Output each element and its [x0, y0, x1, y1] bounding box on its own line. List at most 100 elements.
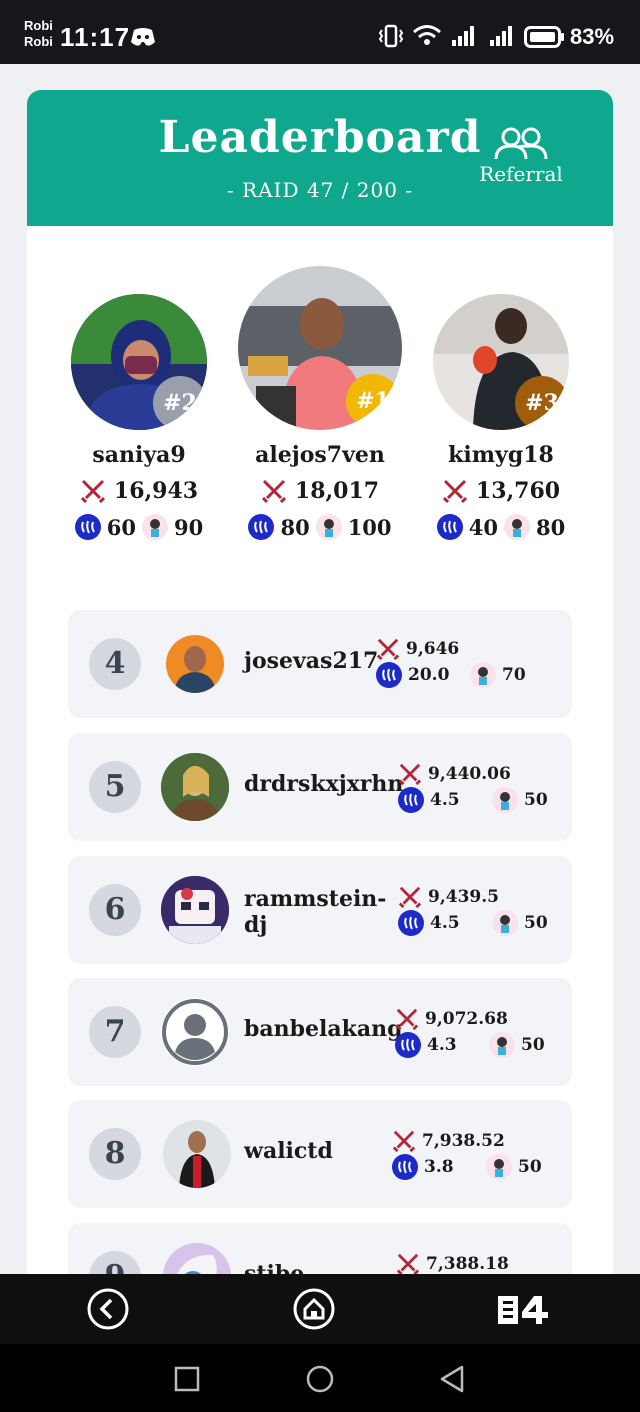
- discord-icon: [131, 28, 155, 46]
- character-token-icon: [315, 514, 342, 540]
- crossed-swords-icon: [398, 886, 422, 909]
- signal-icon-2: [490, 26, 512, 46]
- row-stats: 9,440.06 4.5 50: [398, 761, 548, 813]
- status-time: 11:17: [60, 22, 131, 52]
- carrier-2: Robi: [24, 34, 53, 49]
- list-item[interactable]: 4 josevas217 9,646 20.0 70: [68, 610, 572, 718]
- rank-badge: #1: [346, 374, 400, 428]
- rewards: 80 100: [230, 514, 410, 540]
- default-avatar-icon: [161, 998, 229, 1066]
- avatar: #3: [433, 294, 569, 430]
- crossed-swords-icon: [80, 479, 105, 504]
- steem-value: 4.3: [427, 1035, 457, 1055]
- rank-number: 6: [89, 884, 141, 936]
- carrier-labels: Robi Robi: [24, 18, 53, 50]
- character-token-icon: [486, 1154, 512, 1180]
- recent-apps-icon[interactable]: [174, 1366, 200, 1392]
- system-back-icon[interactable]: [438, 1364, 466, 1394]
- steem-icon: [376, 662, 402, 688]
- crossed-swords-icon: [396, 1253, 420, 1276]
- wifi-icon: [413, 25, 441, 45]
- username: drdrskxjxrhn: [244, 771, 404, 797]
- back-button[interactable]: [86, 1287, 130, 1335]
- avatar: [161, 753, 229, 821]
- system-home-icon[interactable]: [305, 1364, 335, 1394]
- character-token-icon: [492, 910, 518, 936]
- status-bar: Robi Robi 11:17 83%: [0, 0, 640, 64]
- score: 13,760: [411, 478, 591, 504]
- token-value: 50: [521, 1035, 545, 1055]
- username: walictd: [244, 1138, 333, 1164]
- token-value: 70: [502, 665, 526, 685]
- system-nav-bar: [0, 1344, 640, 1412]
- rank-badge: #3: [515, 376, 569, 430]
- score-value: 9,072.68: [425, 1009, 508, 1029]
- steem-value: 80: [280, 514, 310, 540]
- chevron-left-icon: [87, 1288, 129, 1330]
- steem-value: 4.5: [430, 913, 460, 933]
- app-logo-button[interactable]: [496, 1292, 554, 1332]
- character-token-icon: [492, 787, 518, 813]
- rewards: 60 90: [49, 514, 229, 540]
- list-item[interactable]: 5 drdrskxjxrhn 9,440.06 4.5 50: [68, 733, 572, 841]
- rank-number: 4: [89, 638, 141, 690]
- leaderboard-card: Leaderboard - RAID 47 / 200 - Referral #…: [27, 90, 613, 1290]
- list-item[interactable]: 6 rammstein-dj 9,439.5 4.5 50: [68, 856, 572, 964]
- battery-percent: 83%: [570, 24, 615, 49]
- token-value: 50: [524, 913, 548, 933]
- bottom-nav: [0, 1274, 640, 1344]
- username: alejos7ven: [255, 442, 385, 468]
- character-token-icon: [504, 514, 530, 540]
- vibrate-icon: [378, 24, 404, 48]
- steem-icon: [398, 910, 424, 936]
- token-value: 50: [518, 1157, 542, 1177]
- avatar: [163, 1120, 231, 1188]
- crossed-swords-icon: [398, 763, 422, 786]
- steem-icon: [395, 1032, 421, 1058]
- crossed-swords-icon: [395, 1008, 419, 1031]
- steem-icon: [398, 787, 424, 813]
- score-value: 9,646: [406, 639, 460, 659]
- steem-value: 20.0: [408, 665, 450, 685]
- rank-number: 8: [89, 1128, 141, 1180]
- row-stats: 9,439.5 4.5 50: [398, 884, 548, 936]
- referral-button[interactable]: Referral: [473, 126, 569, 186]
- avatar: [161, 876, 229, 944]
- steem-value: 40: [468, 514, 498, 540]
- carrier-1: Robi: [24, 18, 53, 33]
- steem-icon: [436, 514, 463, 540]
- score-value: 9,439.5: [428, 887, 499, 907]
- score-value: 16,943: [113, 478, 199, 504]
- list-item[interactable]: 8 walictd 7,938.52 3.8 50: [68, 1100, 572, 1208]
- podium-third[interactable]: #3 kimyg18 13,760 40 80: [411, 294, 591, 540]
- score: 18,017: [230, 478, 410, 504]
- steem-icon: [248, 514, 275, 540]
- steem-value: 4.5: [430, 790, 460, 810]
- avatar: [166, 635, 224, 693]
- avatar: #2: [71, 294, 207, 430]
- token-value: 90: [174, 514, 204, 540]
- users-icon: [494, 127, 548, 160]
- app-logo-icon: [498, 1296, 548, 1324]
- score: 16,943: [49, 478, 229, 504]
- battery-icon: [524, 26, 564, 48]
- rank-badge: #2: [153, 376, 207, 430]
- character-token-icon: [470, 662, 496, 688]
- row-stats: 9,646 20.0 70: [376, 636, 526, 688]
- username: rammstein-dj: [244, 886, 387, 938]
- referral-label: Referral: [479, 162, 563, 186]
- token-value: 80: [536, 514, 566, 540]
- character-token-icon: [142, 514, 168, 540]
- rank-number: 7: [89, 1006, 141, 1058]
- steem-value: 60: [106, 514, 136, 540]
- score-value: 7,388.18: [426, 1254, 509, 1274]
- token-value: 50: [524, 790, 548, 810]
- list-item[interactable]: 7 banbelakang 9,072.68 4.3 50: [68, 978, 572, 1086]
- signal-icon-1: [452, 26, 474, 46]
- home-button[interactable]: [292, 1287, 336, 1335]
- score-value: 18,017: [294, 478, 380, 504]
- podium-second[interactable]: #2 saniya9 16,943 60 90: [49, 294, 229, 540]
- character-token-icon: [489, 1032, 515, 1058]
- rewards: 40 80: [411, 514, 591, 540]
- podium-first[interactable]: #1 alejos7ven 18,017 80 100: [230, 266, 410, 540]
